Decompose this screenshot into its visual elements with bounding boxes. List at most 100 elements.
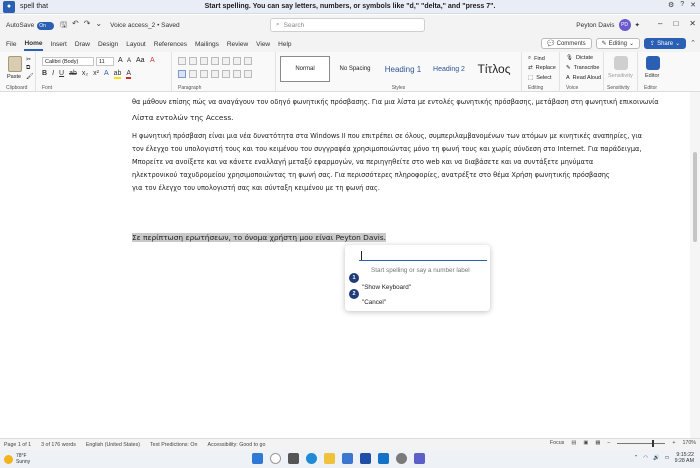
borders-icon[interactable] bbox=[244, 70, 252, 78]
battery-icon[interactable]: ▭ bbox=[665, 455, 670, 461]
sensitivity-icon[interactable] bbox=[614, 56, 628, 70]
cut-icon[interactable]: ✂ bbox=[26, 56, 31, 63]
windows-start-icon[interactable] bbox=[252, 453, 263, 464]
gear-icon[interactable]: ⚙ bbox=[668, 1, 674, 9]
document-line[interactable]: ηλεκτρονικού ταχυδρομείου χρησιμοποιώντα… bbox=[132, 170, 676, 181]
copy-icon[interactable]: ⧉ bbox=[26, 65, 30, 72]
cancel-option[interactable]: "Cancel" bbox=[362, 299, 386, 306]
document-line[interactable]: τον έλεγχο του υπολογιστή τους και του κ… bbox=[132, 144, 676, 155]
print-layout-icon[interactable]: ▣ bbox=[583, 440, 588, 446]
text-effects-icon[interactable]: A bbox=[104, 70, 109, 79]
accessibility-status[interactable]: Accessibility: Good to go bbox=[207, 442, 265, 448]
maximize-icon[interactable]: □ bbox=[673, 19, 678, 28]
scrollbar-thumb[interactable] bbox=[693, 152, 697, 242]
read-aloud-button[interactable]: A Read Aloud bbox=[566, 75, 601, 81]
bold-icon[interactable]: B bbox=[42, 70, 47, 79]
window-close-icon[interactable]: ✕ bbox=[689, 19, 696, 28]
web-layout-icon[interactable]: ▦ bbox=[595, 440, 600, 446]
copilot-icon[interactable]: ✦ bbox=[635, 21, 640, 29]
align-left-icon[interactable] bbox=[178, 70, 186, 78]
document-line[interactable]: θα μάθουν επίσης πώς να αναγάγουν τον οδ… bbox=[132, 97, 676, 108]
autosave-toggle[interactable]: On bbox=[37, 21, 55, 30]
bullets-icon[interactable] bbox=[178, 57, 186, 65]
share-button[interactable]: ⇪ Share ⌄ bbox=[644, 38, 687, 49]
selection-highlight[interactable]: Σε περίπτωση ερωτήσεων, το όνομα χρήστη … bbox=[132, 233, 386, 242]
style-heading-1[interactable]: Heading 1 bbox=[380, 56, 426, 82]
find-button[interactable]: ⌕ Find bbox=[528, 55, 545, 62]
store-icon[interactable] bbox=[342, 453, 353, 464]
show-marks-icon[interactable] bbox=[244, 57, 252, 65]
zoom-slider[interactable] bbox=[617, 439, 666, 447]
editor-button[interactable]: Editor bbox=[645, 73, 659, 79]
clear-formatting-icon[interactable]: A bbox=[150, 57, 155, 64]
focus-button[interactable]: Focus bbox=[550, 440, 564, 446]
file-explorer-icon[interactable] bbox=[324, 453, 335, 464]
select-button[interactable]: ⬚ Select bbox=[528, 75, 552, 81]
close-icon[interactable]: ✕ bbox=[690, 1, 696, 9]
tab-view[interactable]: View bbox=[256, 39, 270, 50]
volume-icon[interactable]: 🔊 bbox=[653, 455, 660, 461]
ribbon-collapse-icon[interactable]: ⌃ bbox=[690, 38, 696, 49]
increase-indent-icon[interactable] bbox=[222, 57, 230, 65]
subscript-icon[interactable]: x₂ bbox=[82, 70, 88, 79]
tab-insert[interactable]: Insert bbox=[51, 39, 67, 50]
paste-icon[interactable] bbox=[8, 56, 22, 72]
page-count[interactable]: Page 1 of 1 bbox=[4, 442, 31, 448]
undo-icon[interactable]: ↶ bbox=[72, 19, 79, 33]
number-badge[interactable]: 1 bbox=[349, 273, 359, 283]
style-no-spacing[interactable]: No Spacing bbox=[332, 56, 378, 82]
document-line[interactable]: Η φωνητική πρόσβαση είναι μια νέα δυνατό… bbox=[132, 131, 676, 142]
tab-review[interactable]: Review bbox=[227, 39, 248, 50]
shading-icon[interactable] bbox=[233, 70, 241, 78]
edge-icon[interactable] bbox=[306, 453, 317, 464]
dictate-button[interactable]: 🎙 Dictate bbox=[566, 55, 593, 61]
minimize-icon[interactable]: – bbox=[658, 19, 662, 28]
document-line[interactable]: Λίστα εντολών της Access. bbox=[132, 112, 676, 123]
weather-widget[interactable]: 78°F Sunny bbox=[4, 453, 30, 465]
multilevel-list-icon[interactable] bbox=[200, 57, 208, 65]
read-mode-icon[interactable]: ▤ bbox=[571, 440, 576, 446]
superscript-icon[interactable]: x² bbox=[93, 70, 99, 79]
tab-layout[interactable]: Layout bbox=[126, 39, 146, 50]
tab-file[interactable]: File bbox=[6, 39, 16, 50]
clock[interactable]: 9:15:22 9:28 AM bbox=[675, 452, 694, 464]
style-heading-2[interactable]: Heading 2 bbox=[426, 56, 472, 82]
word-count[interactable]: 3 of 176 words bbox=[41, 442, 76, 448]
font-size-select[interactable]: 11 bbox=[96, 57, 114, 66]
editor-icon[interactable] bbox=[646, 56, 660, 70]
comments-button[interactable]: 💬 Comments bbox=[541, 38, 592, 49]
save-icon[interactable]: 🖫 bbox=[60, 19, 67, 33]
style-title[interactable]: Τίτλος bbox=[472, 56, 516, 82]
language-status[interactable]: English (United States) bbox=[86, 442, 140, 448]
search-input[interactable]: Search bbox=[284, 22, 305, 29]
shrink-font-icon[interactable]: A bbox=[127, 58, 131, 64]
strikethrough-icon[interactable]: ab bbox=[69, 70, 77, 79]
decrease-indent-icon[interactable] bbox=[211, 57, 219, 65]
avatar[interactable]: PD bbox=[618, 19, 631, 31]
wifi-icon[interactable]: ◠ bbox=[643, 455, 648, 461]
tab-design[interactable]: Design bbox=[98, 39, 118, 50]
zoom-in-icon[interactable]: + bbox=[672, 440, 675, 446]
style-normal[interactable]: Normal bbox=[280, 56, 330, 82]
tab-draw[interactable]: Draw bbox=[75, 39, 90, 50]
underline-icon[interactable]: U bbox=[59, 70, 64, 79]
paste-button[interactable]: Paste bbox=[7, 74, 21, 80]
microphone-icon[interactable]: ● bbox=[3, 0, 15, 13]
customize-toolbar-icon[interactable]: ⌄ bbox=[95, 19, 102, 33]
font-color-icon[interactable]: A bbox=[126, 70, 132, 79]
format-painter-icon[interactable]: 🖌 bbox=[26, 73, 34, 80]
align-right-icon[interactable] bbox=[200, 70, 208, 78]
autosave-control[interactable]: AutoSave On bbox=[6, 21, 55, 30]
tab-help[interactable]: Help bbox=[278, 39, 291, 50]
tab-mailings[interactable]: Mailings bbox=[195, 39, 219, 50]
transcribe-button[interactable]: ✎ Transcribe bbox=[566, 65, 599, 71]
tray-chevron-icon[interactable]: ⌃ bbox=[634, 455, 638, 461]
document-line[interactable]: για τον έλεγχο του υπολογιστή σας και σύ… bbox=[132, 183, 676, 194]
teams-icon[interactable] bbox=[414, 453, 425, 464]
change-case-icon[interactable]: Aa bbox=[136, 57, 145, 64]
show-keyboard-option[interactable]: "Show Keyboard" bbox=[362, 284, 411, 291]
sensitivity-button[interactable]: Sensitivity bbox=[608, 73, 633, 79]
zoom-level[interactable]: 170% bbox=[682, 440, 696, 446]
replace-button[interactable]: ⇄ Replace bbox=[528, 65, 556, 71]
grow-font-icon[interactable]: A bbox=[118, 57, 123, 64]
